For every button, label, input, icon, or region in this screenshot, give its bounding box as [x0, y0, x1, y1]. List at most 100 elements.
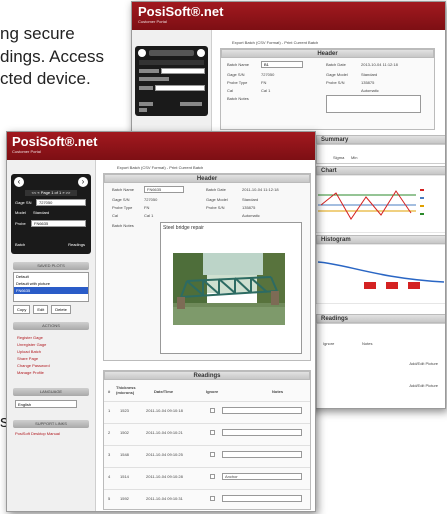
- front-readings-title: Readings: [104, 371, 310, 380]
- back-summary-title: Summary: [316, 135, 445, 144]
- row-notes-input[interactable]: [222, 407, 302, 414]
- back-summary-panel: Sigma Min: [316, 144, 445, 164]
- back-prev-icon[interactable]: [138, 49, 146, 57]
- row-thickness: 1502: [120, 430, 129, 435]
- front-gagemodel-label: Gage Model: [206, 197, 228, 202]
- row-num: 1: [108, 408, 111, 413]
- front-language-title: LANGUAGE: [13, 388, 89, 396]
- row-notes-input[interactable]: [222, 451, 302, 458]
- back-histogram-title: Histogram: [316, 235, 445, 244]
- front-saved-plots-list[interactable]: Default Default with picture FN6635: [13, 272, 89, 302]
- back-readings-panel: Ignore Notes Add/Edit Picture Add/Edit P…: [316, 323, 445, 408]
- back-header: PosiSoft®.net Customer Portal: [132, 2, 445, 30]
- front-nav-box: ‹ › << « Page 1 of 1 » >> Gage SN 727050…: [11, 174, 91, 254]
- front-next-icon[interactable]: ›: [78, 177, 88, 187]
- front-crumbs[interactable]: Export Batch (CSV Format) - Print Curren…: [117, 165, 203, 170]
- bridge-photo: [173, 253, 285, 325]
- front-sidebar: ‹ › << « Page 1 of 1 » >> Gage SN 727050…: [7, 160, 96, 511]
- back-probe-select[interactable]: [155, 85, 205, 91]
- back-probe-label: [139, 86, 153, 90]
- back-summary-col-min: Min: [351, 155, 358, 160]
- row-datetime: 2011-10-04 09:10:21: [146, 430, 183, 435]
- back-field-cal-value: Cal 1: [261, 88, 271, 93]
- front-gage-label: Gage SN: [15, 200, 32, 205]
- back-model-label: [139, 77, 169, 81]
- back-page-row: [139, 60, 204, 65]
- action-manage-profile[interactable]: Manage Profile: [17, 369, 89, 376]
- row-notes-input[interactable]: [222, 429, 302, 436]
- table-row: 2 1502 2011-10-04 09:10:21: [104, 423, 310, 443]
- back-readings-col-notes: Notes: [362, 341, 373, 346]
- back-next-icon[interactable]: [197, 49, 205, 57]
- front-saved-plot-item[interactable]: Default: [14, 273, 88, 280]
- back-page-label: [149, 50, 194, 56]
- copy-button[interactable]: Copy: [13, 305, 31, 314]
- front-gagemodel-value: Standard: [242, 197, 259, 202]
- front-header: PosiSoft®.net Customer Portal: [7, 132, 315, 160]
- front-header-title: Header: [104, 174, 310, 183]
- row-notes-input[interactable]: Anchor: [222, 473, 302, 480]
- row-num: 3: [108, 452, 111, 457]
- front-batchname-label: Batch Name: [112, 187, 135, 192]
- row-ignore-checkbox[interactable]: [210, 408, 215, 413]
- back-field-cal-label: Cal: [227, 88, 234, 93]
- front-notes-input[interactable]: Steel bridge repair: [160, 222, 302, 354]
- back-batch-label: [139, 102, 153, 106]
- action-unregister-gage[interactable]: Unregister Gage: [17, 341, 89, 348]
- row-ignore-checkbox[interactable]: [210, 430, 215, 435]
- delete-button[interactable]: Delete: [51, 305, 71, 314]
- back-field-probesn-label: Probe S/N: [326, 80, 345, 85]
- back-field-probetype-label: Probe Type: [227, 80, 248, 85]
- edit-button[interactable]: Edit: [33, 305, 49, 314]
- readings-col-thickness: Thickness (microns): [116, 385, 136, 395]
- back-gage-select[interactable]: [161, 68, 205, 74]
- back-add-picture-link-1[interactable]: Add/Edit Picture: [409, 361, 438, 366]
- back-readings-title: Readings: [316, 314, 445, 323]
- back-crumbs[interactable]: Export Batch (CSV Format) - Print Curren…: [232, 40, 318, 45]
- front-subtitle: Customer Portal: [12, 149, 41, 154]
- front-probe-select[interactable]: FN6635: [31, 220, 86, 227]
- back-header-title: Header: [221, 49, 434, 58]
- row-ignore-checkbox[interactable]: [210, 452, 215, 457]
- back-field-batchdate-value: 2013-10-04 11:12:18: [361, 62, 398, 67]
- row-datetime: 2011-10-04 09:10:28: [146, 474, 183, 479]
- front-probe-label: Probe: [15, 221, 26, 226]
- row-thickness: 1592: [120, 496, 129, 501]
- readings-col-ignore: Ignore: [206, 389, 219, 394]
- row-datetime: 2011-10-04 09:10:18: [146, 408, 183, 413]
- row-datetime: 2011-10-04 09:10:31: [146, 496, 183, 501]
- front-probesn-value: 135875: [242, 205, 256, 210]
- support-manual-link[interactable]: PosiSoft Desktop Manual: [15, 431, 89, 436]
- back-field-gagesn-value: 727050: [261, 72, 275, 77]
- front-batch-label: Batch: [15, 242, 26, 247]
- action-upload-batch[interactable]: Upload Batch: [17, 348, 89, 355]
- back-field-notes-label: Batch Notes: [227, 96, 249, 101]
- front-gagesn-label: Gage S/N: [112, 197, 130, 202]
- table-row: 5 1592 2011-10-04 09:10:31: [104, 489, 310, 509]
- front-batchdate-value: 2011-10-04 11:12:18: [242, 187, 279, 192]
- back-field-batchname-input[interactable]: B1: [261, 61, 303, 68]
- action-change-password[interactable]: Change Password: [17, 362, 89, 369]
- row-ignore-checkbox[interactable]: [210, 474, 215, 479]
- row-ignore-checkbox[interactable]: [210, 496, 215, 501]
- readings-col-datetime: Date/Time: [154, 389, 174, 394]
- back-field-notes-input[interactable]: [326, 95, 421, 113]
- table-row: 3 1548 2011-10-04 09:10:25: [104, 445, 310, 465]
- front-batchname-input[interactable]: FN6635: [144, 186, 184, 193]
- action-register-gage[interactable]: Register Gage: [17, 334, 89, 341]
- back-add-picture-link-2[interactable]: Add/Edit Picture: [409, 383, 438, 388]
- back-field-batchname-label: Batch Name: [227, 62, 250, 67]
- front-saved-plot-item-selected[interactable]: FN6635: [14, 287, 88, 294]
- action-share-page[interactable]: Share Page: [17, 355, 89, 362]
- front-saved-plot-item[interactable]: Default with picture: [14, 280, 88, 287]
- back-field-gagemodel-label: Gage Model: [326, 72, 348, 77]
- readings-col-num: #: [108, 389, 111, 394]
- front-prev-icon[interactable]: ‹: [14, 177, 24, 187]
- front-gage-select[interactable]: 727050: [36, 199, 86, 206]
- front-header-panel: Header Batch Name FN6635 Gage S/N 727050…: [103, 173, 311, 361]
- back-batch-nav[interactable]: [139, 108, 147, 112]
- row-notes-input[interactable]: [222, 495, 302, 502]
- front-page-label: << « Page 1 of 1 » >>: [25, 190, 77, 196]
- row-thickness: 1514: [120, 474, 129, 479]
- language-select[interactable]: English: [15, 400, 77, 408]
